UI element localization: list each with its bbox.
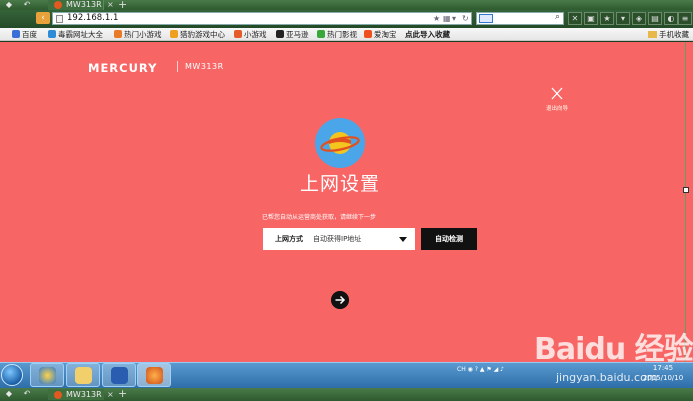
address-bar[interactable]: 192.168.1.1	[52, 12, 472, 25]
bookmark-item[interactable]: 小游戏	[234, 28, 267, 41]
bookmark-item[interactable]: 百度	[12, 28, 37, 41]
hint-text: 已帮您自动从运营商处获取，请继续下一步	[262, 214, 377, 221]
tab-title: MW313R	[66, 0, 102, 9]
skin-icon[interactable]: ◐	[664, 12, 678, 25]
chevron-down-icon[interactable]	[399, 237, 407, 242]
taskbar-browser-active[interactable]	[137, 363, 171, 387]
router-setup-page	[0, 42, 685, 362]
router-model: MW313R	[185, 62, 224, 71]
folder-icon	[648, 31, 657, 38]
search-input[interactable]: ⌕	[476, 12, 564, 25]
duba-icon	[48, 30, 56, 38]
auto-detect-button[interactable]: 自动检测	[421, 228, 477, 250]
page-icon	[56, 15, 63, 23]
mercury-favicon-icon	[54, 1, 62, 9]
taskbar-ie[interactable]	[30, 363, 64, 387]
close-icon[interactable]	[546, 86, 568, 102]
import-bookmarks-link[interactable]: 点此导入收藏	[405, 28, 450, 41]
bookmark-item[interactable]: 毒霸网址大全	[48, 28, 103, 41]
mercury-favicon-icon	[54, 391, 62, 399]
address-text: 192.168.1.1	[67, 13, 119, 23]
shield-icon[interactable]: ◈	[632, 12, 646, 25]
clock-time: 17:45	[652, 364, 674, 372]
next-arrow-icon[interactable]	[331, 291, 349, 309]
menu-icon[interactable]: ≡	[678, 12, 692, 25]
folder-icon	[114, 30, 122, 38]
tab-close-icon[interactable]: ×	[107, 0, 114, 10]
undo-icon[interactable]: ↶	[20, 389, 34, 399]
bookmarks-bar: 百度 毒霸网址大全 热门小游戏 猎豹游戏中心 小游戏 亚马逊 热门影视 爱淘宝 …	[0, 28, 693, 41]
amazon-icon	[276, 30, 284, 38]
tools-icon[interactable]: ▤	[648, 12, 662, 25]
undo-icon[interactable]: ↶	[20, 0, 34, 10]
back-button[interactable]: ‹	[36, 12, 50, 24]
connection-type-value: 自动获得IP地址	[313, 235, 362, 243]
resize-handle[interactable]	[683, 187, 689, 193]
taskbar-explorer[interactable]	[66, 363, 100, 387]
bookmark-item[interactable]: 猎豹游戏中心	[170, 28, 225, 41]
browser-tab-active[interactable]: MW313R	[48, 0, 104, 10]
search-icon[interactable]: ⌕	[555, 12, 560, 22]
baidu-icon	[12, 30, 20, 38]
planet-icon	[315, 118, 365, 168]
dropdown-icon[interactable]: ▾	[452, 13, 456, 24]
tab-title: MW313R	[66, 390, 102, 399]
input-method-indicator[interactable]: CH	[457, 366, 466, 373]
logo-divider	[177, 61, 178, 72]
app-menu-icon[interactable]: ◆	[2, 389, 16, 399]
game-icon	[234, 30, 242, 38]
liebao-browser-icon	[146, 367, 163, 384]
bookmark-item[interactable]: 热门影视	[317, 28, 357, 41]
play-icon	[317, 30, 325, 38]
system-tray[interactable]: CH ◉ ? ▲ ⚑ ◢ ♪	[457, 366, 504, 373]
mobile-bookmarks-folder[interactable]: 手机收藏	[648, 28, 689, 41]
bookmark-item[interactable]: 热门小游戏	[114, 28, 162, 41]
baidu-watermark: Baidu 经验	[534, 332, 693, 367]
taskbar-word[interactable]	[102, 363, 136, 387]
bookmark-item[interactable]: 亚马逊	[276, 28, 309, 41]
folder-icon	[75, 367, 92, 384]
grid-icon[interactable]: ▦	[443, 13, 451, 24]
taskbar-clock[interactable]: 17:45 2015/10/10	[636, 363, 690, 383]
browser-icon	[39, 367, 56, 384]
favorites-icon[interactable]: ★	[600, 12, 614, 25]
start-button[interactable]	[1, 364, 23, 386]
taobao-icon	[364, 30, 372, 38]
mercury-logo: MERCURY	[88, 61, 158, 75]
connection-type-label: 上网方式	[275, 235, 303, 243]
lock-icon[interactable]: ▣	[584, 12, 598, 25]
bookmark-item[interactable]: 爱淘宝	[364, 28, 397, 41]
clock-date: 2015/10/10	[642, 374, 684, 382]
new-tab-icon[interactable]: +	[118, 388, 127, 400]
connection-type-select[interactable]: 上网方式 自动获得IP地址	[263, 228, 415, 250]
refresh-icon[interactable]: ↻	[462, 13, 469, 24]
search-engine-icon[interactable]	[479, 14, 493, 23]
word-icon	[111, 367, 128, 384]
exit-wizard-label[interactable]: 退出向导	[533, 104, 581, 112]
app-menu-icon[interactable]: ◆	[2, 0, 16, 10]
page-title: 上网设置	[299, 173, 380, 195]
window-edge	[685, 42, 693, 362]
close-all-icon[interactable]: ✕	[568, 12, 582, 25]
cheetah-icon	[170, 30, 178, 38]
tab-close-icon[interactable]: ×	[107, 389, 114, 400]
download-icon[interactable]: ▾	[616, 12, 630, 25]
browser-tab-active-bottom[interactable]: MW313R	[48, 389, 104, 400]
star-icon[interactable]: ★	[433, 13, 440, 24]
